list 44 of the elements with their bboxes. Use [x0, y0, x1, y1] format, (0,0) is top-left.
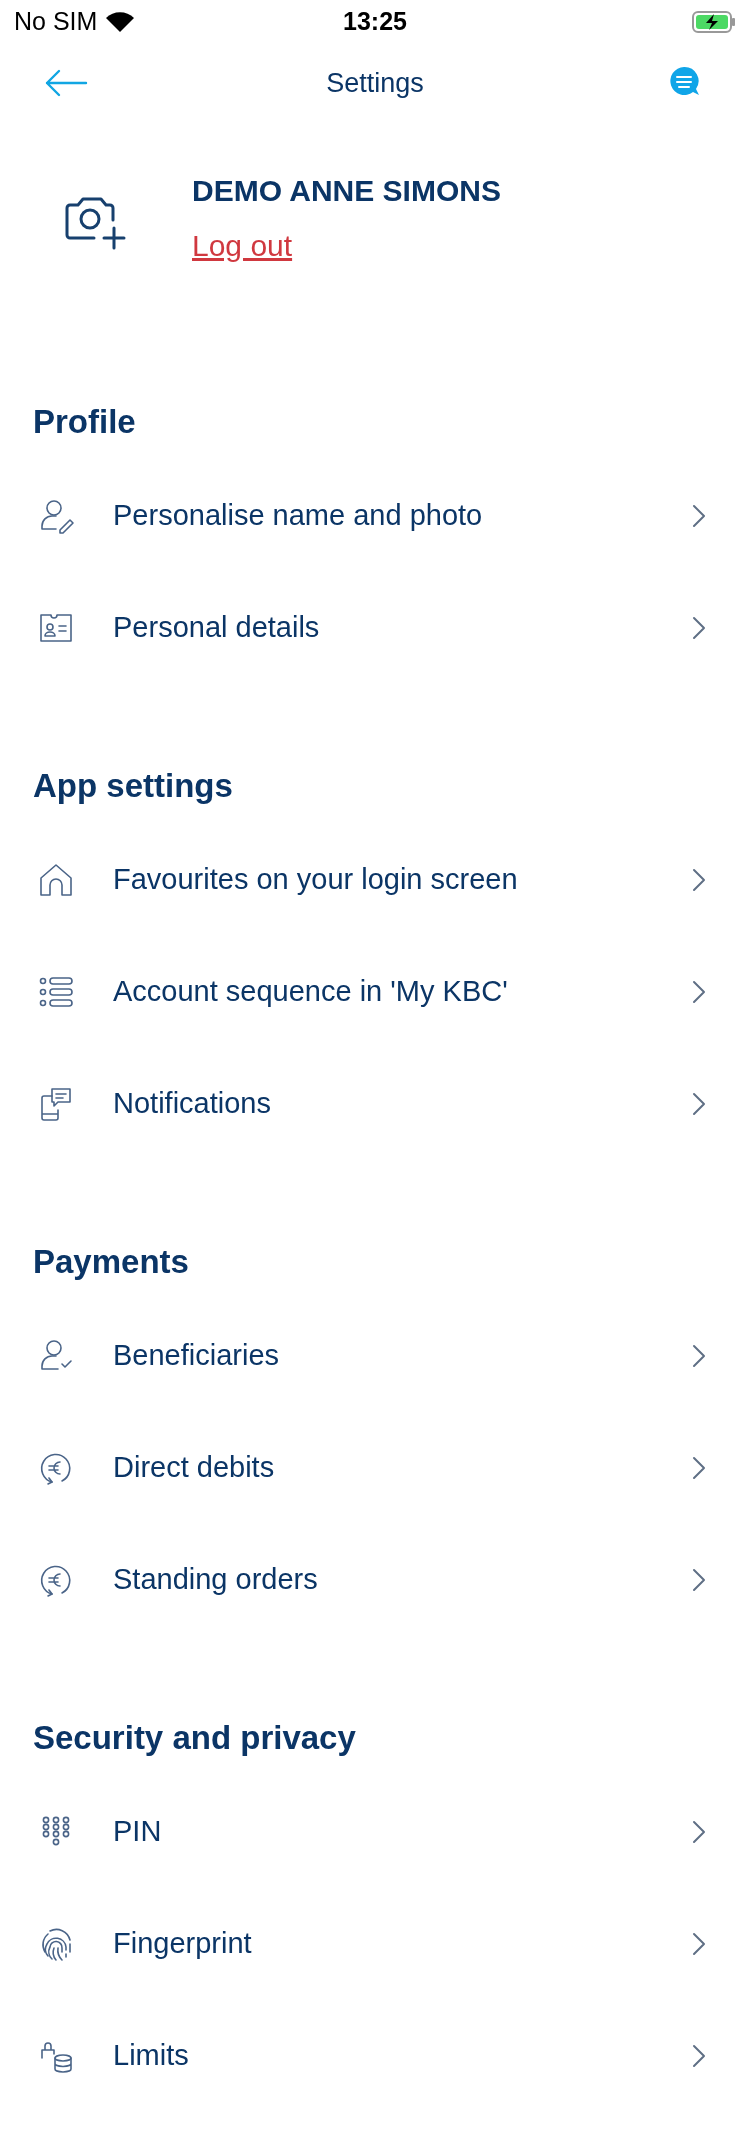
- battery-charging-icon: [692, 10, 736, 34]
- logout-link[interactable]: Log out: [192, 223, 293, 268]
- section-heading: Payments: [33, 1242, 190, 1282]
- settings-row[interactable]: Standing orders: [0, 1524, 750, 1636]
- settings-row[interactable]: Notifications: [0, 1048, 750, 1160]
- clock-text: 13:25: [343, 6, 407, 38]
- chevron-right-icon: [692, 504, 706, 528]
- row-label: Fingerprint: [113, 1926, 253, 1962]
- section-heading: Profile: [33, 402, 137, 442]
- row-label: Account sequence in 'My KBC': [113, 974, 509, 1010]
- row-label: Direct debits: [113, 1450, 276, 1486]
- settings-row[interactable]: Account sequence in 'My KBC': [0, 936, 750, 1048]
- row-label: Beneficiaries: [113, 1338, 281, 1374]
- settings-row[interactable]: Beneficiaries: [0, 1300, 750, 1412]
- settings-row[interactable]: Favourites on your login screen: [0, 824, 750, 936]
- settings-row[interactable]: Direct debits: [0, 1412, 750, 1524]
- chevron-right-icon: [692, 1932, 706, 1956]
- section-heading: Security and privacy: [33, 1718, 357, 1758]
- row-label: Notifications: [113, 1086, 272, 1122]
- settings-row[interactable]: Personalise name and photo: [0, 460, 750, 572]
- chevron-right-icon: [692, 1344, 706, 1368]
- settings-row[interactable]: Personal details: [0, 572, 750, 684]
- row-label: Personalise name and photo: [113, 498, 484, 534]
- row-label: Personal details: [113, 610, 321, 646]
- section-heading: App settings: [33, 766, 234, 806]
- settings-row[interactable]: Fingerprint: [0, 1888, 750, 2000]
- chevron-right-icon: [692, 980, 706, 1004]
- settings-row[interactable]: PIN: [0, 1776, 750, 1888]
- chevron-right-icon: [692, 1820, 706, 1844]
- settings-row[interactable]: Limits: [0, 2000, 750, 2112]
- chevron-right-icon: [692, 1092, 706, 1116]
- row-label: Limits: [113, 2038, 190, 2074]
- carrier-text: No SIM: [14, 6, 98, 38]
- chevron-right-icon: [692, 616, 706, 640]
- row-label: Standing orders: [113, 1562, 319, 1598]
- chevron-right-icon: [692, 868, 706, 892]
- screen-title: Settings: [326, 66, 424, 100]
- user-name: DEMO ANNE SIMONS: [192, 173, 501, 209]
- row-label: PIN: [113, 1814, 163, 1850]
- row-label: Favourites on your login screen: [113, 862, 519, 898]
- chevron-right-icon: [692, 1456, 706, 1480]
- chevron-right-icon: [692, 1568, 706, 1592]
- wifi-icon: [105, 11, 136, 33]
- chevron-right-icon: [692, 2044, 706, 2068]
